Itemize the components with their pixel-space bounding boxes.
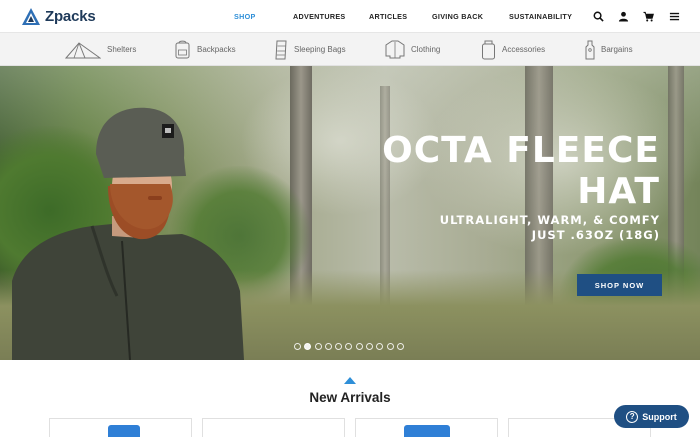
nav-shop[interactable]: SHOP [234,12,256,21]
hero-subtitle: ULTRALIGHT, WARM, & COMFY JUST .63OZ (18… [440,213,660,243]
backpack-icon [174,40,191,59]
carousel-dot[interactable] [386,343,394,350]
carousel-dot[interactable] [294,343,301,350]
product-card[interactable] [49,418,192,437]
price-tag-icon [585,40,595,60]
category-label: Backpacks [197,45,236,54]
bottle-icon [481,40,496,60]
new-arrivals-heading: New Arrivals [309,390,391,405]
carousel-dot[interactable] [345,343,353,350]
account-icon[interactable] [616,9,630,23]
site-header: Zpacks SHOP ADVENTURES ARTICLES GIVING B… [0,0,700,33]
hero-title-line1: OCTA FLEECE [382,130,660,171]
shop-now-button[interactable]: SHOP NOW [577,274,662,296]
category-bargains[interactable]: Bargains [585,33,633,66]
brand-name: Zpacks [45,7,96,25]
product-card[interactable] [202,418,345,437]
carousel-dot[interactable] [335,343,343,350]
hero-banner[interactable]: OCTA FLEECE HAT ULTRALIGHT, WARM, & COMF… [0,66,700,360]
category-bar: Shelters Backpacks Sleeping Bags Clothin… [0,33,700,66]
nav-giving-back[interactable]: GIVING BACK [432,12,483,21]
category-label: Clothing [411,45,441,54]
carousel-dot[interactable] [314,343,322,350]
scroll-up-arrow-icon[interactable] [344,377,356,384]
carousel-dot[interactable] [355,343,363,350]
sleeping-bag-icon [274,40,288,60]
hero-title-line2: HAT [577,171,660,212]
tent-icon [65,41,101,59]
product-card[interactable] [355,418,498,437]
carousel-dots [294,343,407,351]
hero-model-photo [12,107,244,360]
product-image [404,425,450,437]
question-icon: ? [626,410,639,423]
menu-icon[interactable] [667,9,681,23]
support-button[interactable]: ? Support [614,405,689,428]
carousel-dot[interactable] [324,343,332,350]
search-icon[interactable] [591,9,605,23]
carousel-dot[interactable] [396,343,404,350]
category-accessories[interactable]: Accessories [481,33,545,66]
support-label: Support [642,411,677,422]
carousel-dot[interactable] [376,343,384,350]
category-label: Bargains [601,45,633,54]
nav-adventures[interactable]: ADVENTURES [293,12,346,21]
cart-icon[interactable] [641,9,655,23]
mountain-logo-icon [22,7,40,25]
jacket-icon [385,40,405,59]
product-image [108,425,140,437]
category-sleeping-bags[interactable]: Sleeping Bags [274,33,346,66]
carousel-dot[interactable] [304,343,312,350]
carousel-dot[interactable] [366,343,374,350]
category-label: Accessories [502,45,546,54]
category-backpacks[interactable]: Backpacks [174,33,236,66]
nav-articles[interactable]: ARTICLES [369,12,407,21]
category-label: Shelters [107,45,137,54]
brand-logo[interactable]: Zpacks [21,6,96,26]
category-clothing[interactable]: Clothing [385,33,440,66]
hero-subtitle-line1: ULTRALIGHT, WARM, & COMFY [439,213,660,227]
category-label: Sleeping Bags [294,45,346,54]
nav-sustainability[interactable]: SUSTAINABILITY [509,12,572,21]
hero-subtitle-line2: JUST .63OZ (18G) [531,228,660,242]
category-shelters[interactable]: Shelters [65,33,136,66]
